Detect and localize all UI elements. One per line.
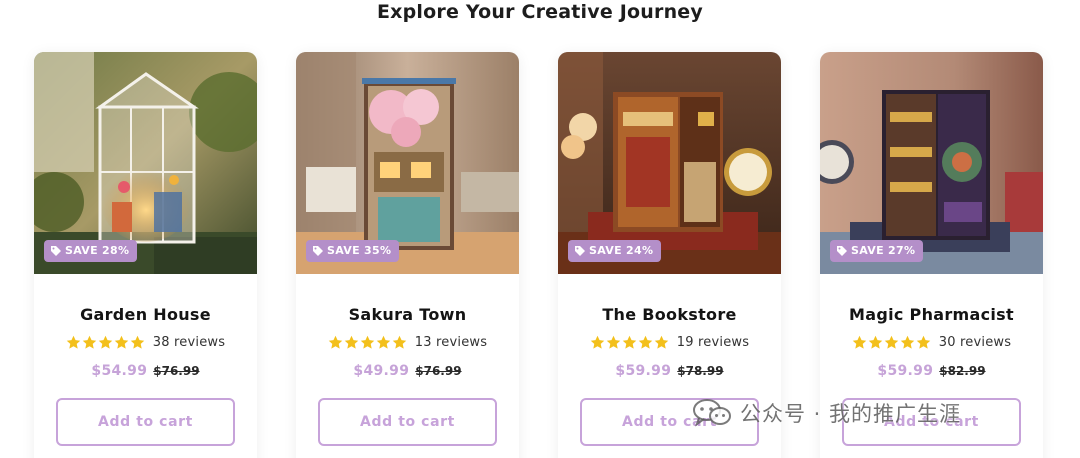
- star-icon: [328, 335, 343, 349]
- star-icon: [916, 335, 931, 349]
- star-icon: [654, 335, 669, 349]
- product-title[interactable]: Sakura Town: [296, 305, 519, 324]
- add-to-cart-button[interactable]: Add to cart: [56, 398, 235, 446]
- price-block: $54.99 $76.99: [34, 363, 257, 379]
- star-icon: [392, 335, 407, 349]
- product-rating: 38 reviews: [34, 335, 257, 350]
- star-icon: [98, 335, 113, 349]
- price-block: $59.99 $82.99: [820, 363, 1043, 379]
- compare-price: $78.99: [677, 364, 724, 378]
- tag-icon: [837, 246, 847, 256]
- compare-price: $76.99: [153, 364, 200, 378]
- section-title: Explore Your Creative Journey: [377, 1, 703, 23]
- star-icon: [868, 335, 883, 349]
- star-icon: [360, 335, 375, 349]
- star-rating: [328, 335, 407, 350]
- star-rating: [66, 335, 145, 350]
- product-card-garden-house[interactable]: SAVE 28% Garden House 38 reviews $54.99 …: [34, 52, 257, 458]
- review-count[interactable]: 19 reviews: [677, 335, 749, 350]
- watermark-text: 公众号 · 我的推广生涯: [740, 402, 962, 426]
- sale-price: $49.99: [353, 363, 410, 379]
- product-card-sakura-town[interactable]: SAVE 35% Sakura Town 13 reviews $49.99 $…: [296, 52, 519, 458]
- discount-badge: SAVE 24%: [568, 240, 662, 262]
- star-rating: [590, 335, 669, 350]
- product-rating: 30 reviews: [820, 335, 1043, 350]
- product-image-garden-house[interactable]: SAVE 28%: [34, 52, 257, 274]
- star-icon: [900, 335, 915, 349]
- wechat-icon: [693, 399, 731, 427]
- sale-price: $59.99: [615, 363, 672, 379]
- star-rating: [852, 335, 931, 350]
- discount-badge-label: SAVE 28%: [65, 244, 130, 257]
- review-count[interactable]: 13 reviews: [415, 335, 487, 350]
- review-count[interactable]: 38 reviews: [153, 335, 225, 350]
- product-title[interactable]: The Bookstore: [558, 305, 781, 324]
- product-image-sakura-town[interactable]: SAVE 35%: [296, 52, 519, 274]
- discount-badge-label: SAVE 27%: [851, 244, 916, 257]
- compare-price: $82.99: [939, 364, 986, 378]
- price-block: $49.99 $76.99: [296, 363, 519, 379]
- tag-icon: [313, 246, 323, 256]
- star-icon: [82, 335, 97, 349]
- discount-badge: SAVE 35%: [306, 240, 400, 262]
- product-title[interactable]: Magic Pharmacist: [820, 305, 1043, 324]
- star-icon: [66, 335, 81, 349]
- star-icon: [884, 335, 899, 349]
- tag-icon: [51, 246, 61, 256]
- price-block: $59.99 $78.99: [558, 363, 781, 379]
- discount-badge-label: SAVE 24%: [589, 244, 654, 257]
- add-to-cart-button[interactable]: Add to cart: [318, 398, 497, 446]
- star-icon: [852, 335, 867, 349]
- star-icon: [114, 335, 129, 349]
- review-count[interactable]: 30 reviews: [939, 335, 1011, 350]
- star-icon: [622, 335, 637, 349]
- star-icon: [344, 335, 359, 349]
- product-image-the-bookstore[interactable]: SAVE 24%: [558, 52, 781, 274]
- discount-badge: SAVE 28%: [44, 240, 138, 262]
- watermark: 公众号 · 我的推广生涯: [692, 396, 961, 430]
- sale-price: $59.99: [877, 363, 934, 379]
- star-icon: [638, 335, 653, 349]
- discount-badge: SAVE 27%: [830, 240, 924, 262]
- product-rating: 13 reviews: [296, 335, 519, 350]
- star-icon: [130, 335, 145, 349]
- discount-badge-label: SAVE 35%: [327, 244, 392, 257]
- product-rating: 19 reviews: [558, 335, 781, 350]
- star-icon: [590, 335, 605, 349]
- star-icon: [606, 335, 621, 349]
- sale-price: $54.99: [91, 363, 148, 379]
- tag-icon: [575, 246, 585, 256]
- product-image-magic-pharmacist[interactable]: SAVE 27%: [820, 52, 1043, 274]
- star-icon: [376, 335, 391, 349]
- compare-price: $76.99: [415, 364, 462, 378]
- product-title[interactable]: Garden House: [34, 305, 257, 324]
